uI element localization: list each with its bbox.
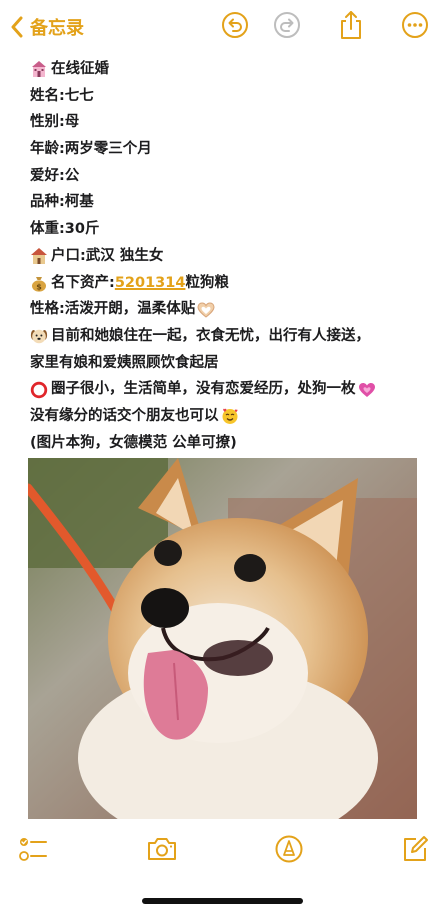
back-label: 备忘录 <box>30 18 84 39</box>
back-button[interactable]: 备忘录 <box>6 12 84 42</box>
note-line: $ 名下资产: 5201314 粒狗粮 <box>30 270 430 297</box>
note-line: 没有缘分的话交个朋友也可以 <box>30 403 430 430</box>
navigation-bar: 备忘录 <box>0 0 444 56</box>
corgi-photo-illustration <box>28 458 417 819</box>
asset-link[interactable]: 5201314 <box>115 270 186 297</box>
house-icon <box>30 247 50 265</box>
note-line: 目前和她娘住在一起，衣食无忧，出行有人接送， <box>30 323 430 350</box>
share-button[interactable] <box>336 10 366 44</box>
compose-button[interactable] <box>398 834 432 868</box>
markup-button[interactable] <box>272 834 306 868</box>
more-button[interactable] <box>400 12 430 42</box>
redo-button[interactable] <box>272 12 302 42</box>
note-line: 圈子很小，生活简单，没有恋爱经历，处狗一枚 <box>30 376 430 403</box>
home-indicator[interactable] <box>142 898 303 904</box>
growing-heart-icon <box>358 381 378 399</box>
heart-hands-icon <box>197 301 217 319</box>
ellipsis-circle-icon <box>401 11 429 43</box>
undo-icon <box>221 11 249 43</box>
redo-icon <box>273 11 301 43</box>
note-line: 年龄:两岁零三个月 <box>30 141 152 158</box>
note-line: 在线征婚 <box>30 56 430 83</box>
share-icon <box>338 10 364 44</box>
note-line: 家里有娘和爱姨照顾饮食起居 <box>30 354 219 371</box>
wedding-chapel-icon <box>30 60 50 78</box>
note-line: 爱好:公 <box>30 167 80 184</box>
undo-button[interactable] <box>220 12 250 42</box>
note-line: 体重:30斤 <box>30 221 100 238</box>
camera-icon <box>146 836 178 866</box>
checklist-icon <box>18 835 48 867</box>
compose-icon <box>400 834 430 868</box>
svg-text:$: $ <box>36 282 42 291</box>
dog-face-icon <box>30 327 50 345</box>
camera-button[interactable] <box>145 834 179 868</box>
chevron-left-icon <box>6 12 28 42</box>
checklist-button[interactable] <box>16 834 50 868</box>
smiling-face-with-hearts-icon <box>221 407 241 425</box>
red-circle-icon <box>30 381 50 399</box>
note-line: 性格:活泼开朗，温柔体贴 <box>30 296 430 323</box>
dog-photo[interactable] <box>28 458 417 819</box>
pen-markup-icon <box>274 834 304 868</box>
money-bag-icon: $ <box>30 274 50 292</box>
note-body[interactable]: 在线征婚 姓名:七七 性别:母 年龄:两岁零三个月 爱好:公 品种:柯基 体重:… <box>30 56 430 456</box>
note-line: 品种:柯基 <box>30 194 94 211</box>
note-line: 性别:母 <box>30 114 80 131</box>
note-line: 户口:武汉 独生女 <box>30 243 430 270</box>
note-line: 姓名:七七 <box>30 87 94 104</box>
note-line: (图片本狗，女德模范 公单可撩) <box>30 434 237 451</box>
